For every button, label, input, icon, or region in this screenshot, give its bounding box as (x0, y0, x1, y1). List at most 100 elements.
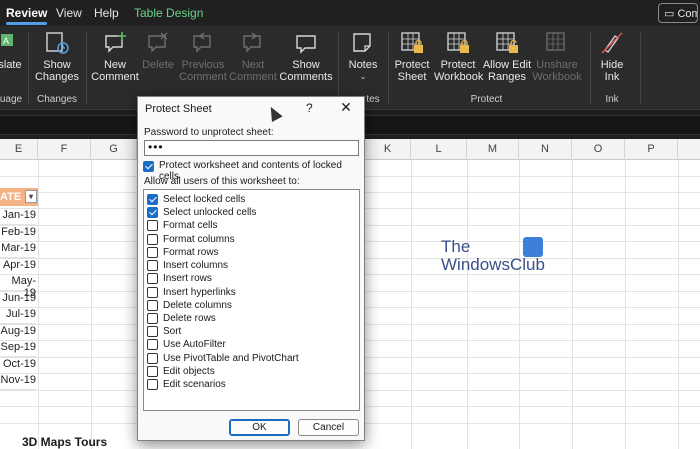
comment-icon: ▭ (664, 8, 675, 20)
allow-edit-ranges-button[interactable]: Allow Edit Ranges (482, 30, 532, 83)
new-comment-button[interactable]: New Comment (89, 30, 141, 83)
permission-label: Format columns (163, 234, 235, 245)
permission-checkbox[interactable] (147, 194, 158, 205)
permission-checkbox[interactable] (147, 273, 158, 284)
group-label-protect: Protect (470, 94, 503, 105)
list-item[interactable]: Insert rows (146, 272, 356, 285)
date-cell[interactable]: Apr-19 (0, 259, 36, 275)
column-header-p[interactable]: P (625, 139, 678, 160)
show-comments-label: Show Comments (279, 59, 333, 83)
delete-comment-button[interactable]: Delete (140, 30, 176, 71)
list-item[interactable]: Format cells (146, 219, 356, 232)
permission-checkbox[interactable] (147, 366, 158, 377)
next-comment-label: Next Comment (229, 59, 277, 83)
list-item[interactable]: Format rows (146, 246, 356, 259)
column-header-m[interactable]: M (467, 139, 519, 160)
hide-ink-button[interactable]: Hide Ink (594, 30, 630, 83)
date-cell[interactable]: Jan-19 (0, 209, 36, 225)
translate-button[interactable]: A slate (0, 30, 24, 71)
list-item[interactable]: Select locked cells (146, 193, 356, 206)
previous-comment-button[interactable]: Previous Comment (178, 30, 228, 83)
previous-comment-label: Previous Comment (179, 59, 227, 83)
list-item[interactable]: Edit scenarios (146, 378, 356, 391)
permission-checkbox[interactable] (147, 260, 158, 271)
delete-comment-icon (145, 30, 171, 56)
tab-review[interactable]: Review (6, 6, 48, 25)
protect-sheet-icon (399, 30, 425, 56)
date-cell[interactable]: Oct-19 (0, 358, 36, 374)
date-cell[interactable]: Sep-19 (0, 341, 36, 357)
table-header-date[interactable]: ATE ▾ (0, 188, 38, 206)
permission-checkbox[interactable] (147, 300, 158, 311)
notes-button[interactable]: Notes ⌄ (342, 30, 384, 83)
protect-sheet-dialog: Protect Sheet ? ✕ Password to unprotect … (137, 96, 365, 441)
list-item[interactable]: Delete columns (146, 299, 356, 312)
ok-button[interactable]: OK (229, 419, 290, 436)
column-header-n[interactable]: N (519, 139, 572, 160)
permission-checkbox[interactable] (147, 353, 158, 364)
column-header-g[interactable]: G (91, 139, 137, 160)
column-header-o[interactable]: O (572, 139, 625, 160)
list-item[interactable]: Delete rows (146, 312, 356, 325)
protect-sheet-button[interactable]: Protect Sheet (391, 30, 433, 83)
column-header-e[interactable]: E (0, 139, 38, 160)
permission-checkbox[interactable] (147, 287, 158, 298)
hide-ink-icon (599, 30, 625, 56)
show-changes-button[interactable]: Show Changes (33, 30, 81, 83)
password-input[interactable]: ••• (144, 140, 359, 156)
permission-label: Edit objects (163, 366, 215, 377)
allow-users-label: Allow all users of this worksheet to: (144, 176, 300, 187)
group-divider (388, 32, 389, 104)
list-item[interactable]: Use PivotTable and PivotChart (146, 352, 356, 365)
list-item[interactable]: Select unlocked cells (146, 206, 356, 219)
unshare-workbook-label: Unshare Workbook (532, 59, 582, 83)
help-icon[interactable]: ? (306, 101, 313, 115)
permission-label: Select unlocked cells (163, 207, 257, 218)
list-item[interactable]: Insert columns (146, 259, 356, 272)
date-cell[interactable]: Aug-19 (0, 325, 36, 341)
date-cell[interactable]: Nov-19 (0, 374, 36, 390)
list-item[interactable]: Insert hyperlinks (146, 286, 356, 299)
permission-checkbox[interactable] (147, 207, 158, 218)
comments-label: Com (677, 8, 697, 20)
group-label-language: uage (0, 94, 23, 105)
date-cell[interactable]: May-19 (0, 275, 36, 299)
permission-checkbox[interactable] (147, 339, 158, 350)
date-cell[interactable]: Mar-19 (0, 242, 36, 258)
list-item[interactable]: Format columns (146, 233, 356, 246)
close-icon[interactable]: ✕ (338, 99, 354, 115)
permission-checkbox[interactable] (147, 220, 158, 231)
list-item[interactable]: Use AutoFilter (146, 338, 356, 351)
tab-view[interactable]: View (56, 6, 82, 20)
group-divider (338, 32, 339, 104)
tab-table-design[interactable]: Table Design (134, 6, 203, 20)
show-comments-button[interactable]: Show Comments (279, 30, 333, 83)
filter-dropdown-icon[interactable]: ▾ (25, 190, 37, 203)
permission-label: Use PivotTable and PivotChart (163, 353, 299, 364)
permission-label: Format rows (163, 247, 219, 258)
permission-checkbox[interactable] (147, 247, 158, 258)
protect-workbook-button[interactable]: Protect Workbook (434, 30, 483, 83)
permission-checkbox[interactable] (147, 313, 158, 324)
permission-label: Insert columns (163, 260, 229, 271)
unshare-workbook-button[interactable]: Unshare Workbook (532, 30, 582, 83)
date-cell[interactable]: Jun-19 (0, 292, 36, 308)
next-comment-button[interactable]: Next Comment (228, 30, 278, 83)
protect-worksheet-checkbox[interactable] (143, 161, 154, 172)
group-divider (640, 32, 641, 104)
permissions-list[interactable]: Select locked cells Select unlocked cell… (143, 189, 360, 411)
comments-button[interactable]: ▭ Com (658, 3, 698, 23)
column-header-f[interactable]: F (38, 139, 91, 160)
list-item[interactable]: Sort (146, 325, 356, 338)
cancel-button[interactable]: Cancel (298, 419, 359, 436)
permission-checkbox[interactable] (147, 379, 158, 390)
column-header-k[interactable]: K (365, 139, 411, 160)
permission-checkbox[interactable] (147, 326, 158, 337)
notes-label: Notes (348, 59, 378, 71)
date-cell[interactable]: Feb-19 (0, 226, 36, 242)
permission-checkbox[interactable] (147, 234, 158, 245)
tab-help[interactable]: Help (94, 6, 119, 20)
date-cell[interactable]: Jul-19 (0, 308, 36, 324)
column-header-l[interactable]: L (411, 139, 467, 160)
list-item[interactable]: Edit objects (146, 365, 356, 378)
